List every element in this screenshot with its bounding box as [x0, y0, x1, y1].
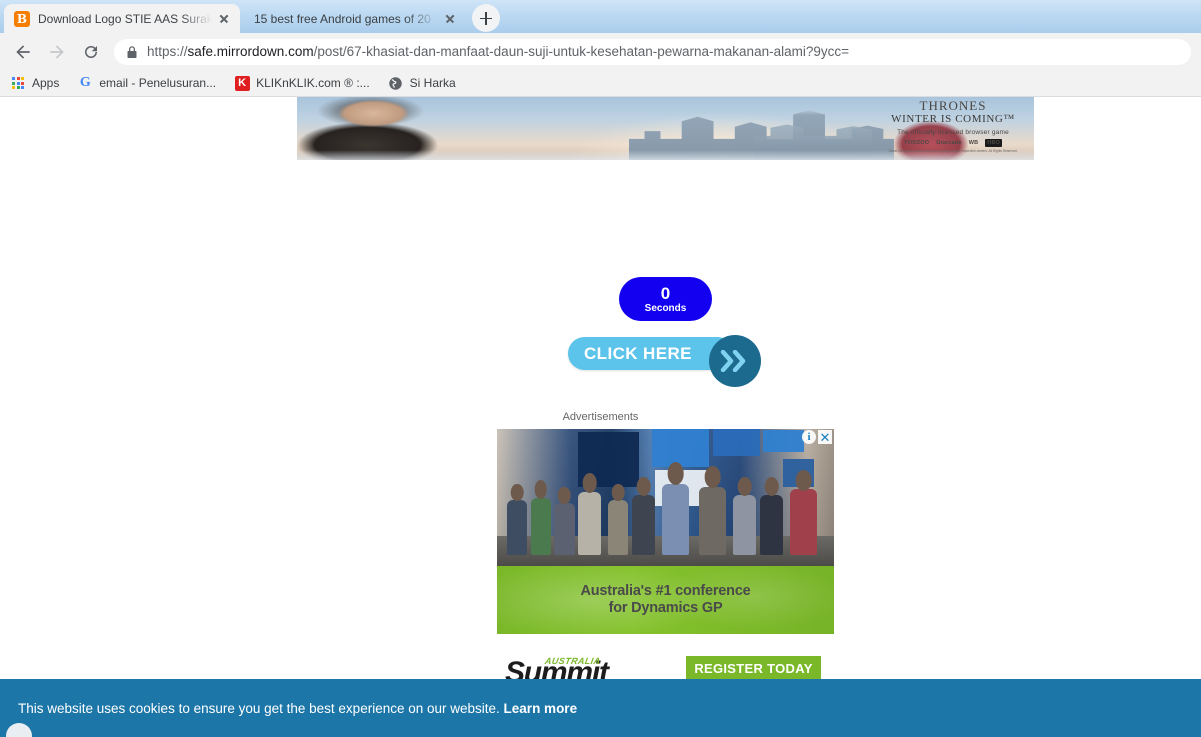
ad-person: [554, 503, 575, 556]
blogger-icon: B: [14, 10, 30, 27]
url-path: /post/67-khasiat-dan-manfaat-daun-suji-u…: [313, 44, 849, 59]
tab-strip: B Download Logo STIE AAS Surakar 15 best…: [0, 0, 1201, 33]
ad-person: [699, 486, 727, 556]
lock-icon: [126, 45, 138, 59]
ad-close-icon[interactable]: ✕: [818, 430, 832, 444]
ad-headline-band: Australia's #1 conference for Dynamics G…: [497, 566, 834, 634]
banner-legal: Game content and trademarks are property…: [888, 148, 1018, 153]
bookmarks-bar: Apps G email - Penelusuran... K KLIKnKLI…: [0, 70, 1201, 97]
google-g-icon: G: [79, 75, 91, 90]
bookmark-kliknklik[interactable]: K KLIKnKLIK.com ® :...: [234, 75, 370, 91]
scroll-to-top-button[interactable]: [6, 723, 32, 737]
ad-person: [530, 497, 551, 556]
url-host: safe.mirrordown.com: [187, 44, 314, 59]
register-today-button[interactable]: REGISTER TODAY: [686, 655, 821, 681]
ad-headline-line1: Australia's #1 conference: [580, 582, 751, 599]
close-icon[interactable]: [216, 11, 232, 27]
bookmark-label: Apps: [32, 76, 60, 90]
browser-window: B Download Logo STIE AAS Surakar 15 best…: [0, 0, 1201, 737]
tab-title: 15 best free Android games of 20: [254, 11, 431, 26]
apps-grid-icon: [10, 75, 26, 91]
logo-wb: WB: [968, 139, 979, 146]
bookmark-label: KLIKnKLIK.com ® :...: [256, 76, 370, 90]
summit-logo-australia: AUSTRALIA: [544, 656, 602, 666]
ad-person: [732, 494, 757, 556]
got-banner-ad[interactable]: THRONES WINTER IS COMING™ The officially…: [297, 97, 1034, 160]
double-chevron-right-icon[interactable]: [709, 335, 761, 387]
ad-headline-line2: for Dynamics GP: [608, 600, 723, 616]
ad-person: [662, 483, 690, 556]
close-icon[interactable]: [442, 11, 458, 27]
forward-arrow-icon: [44, 39, 70, 65]
countdown-value: 0: [660, 283, 671, 303]
cookie-consent-banner: This website uses cookies to ensure you …: [0, 679, 1201, 737]
banner-logos: YOOZOO Gtarcade WB HBO: [878, 138, 1028, 147]
cookie-learn-more-link[interactable]: Learn more: [504, 701, 578, 716]
click-here-label: CLICK HERE: [584, 343, 692, 363]
bookmark-apps[interactable]: Apps: [10, 75, 59, 91]
countdown-timer: 0 Seconds: [619, 277, 712, 321]
bookmark-si-harka[interactable]: Si Harka: [388, 75, 456, 91]
banner-subtitle: The officially licensed browser game: [897, 128, 1009, 136]
adchoices-info-icon[interactable]: i: [802, 430, 816, 444]
new-tab-button[interactable]: [472, 4, 500, 32]
logo-yoozoo: YOOZOO: [903, 139, 930, 146]
browser-toolbar: https://safe.mirrordown.com/post/67-khas…: [0, 33, 1201, 70]
display-ad-unit[interactable]: i ✕ Australia's #1 conference for Dynami…: [497, 429, 834, 634]
kliknklik-k-icon: K: [234, 75, 250, 91]
tab-0[interactable]: B Download Logo STIE AAS Surakar: [4, 4, 240, 33]
tab-title: Download Logo STIE AAS Surakar: [38, 11, 212, 26]
ad-person: [631, 494, 656, 556]
banner-text-block: THRONES WINTER IS COMING™ The officially…: [878, 99, 1028, 154]
cookie-message: This website uses cookies to ensure you …: [18, 700, 500, 716]
advertisements-label: Advertisements: [562, 411, 639, 423]
ad-person: [790, 489, 818, 556]
tab-1[interactable]: 15 best free Android games of 20: [244, 4, 466, 33]
logo-hbo: HBO: [985, 138, 1003, 147]
ad-person: [577, 492, 602, 556]
cookie-text: This website uses cookies to ensure you …: [18, 701, 577, 716]
bookmark-label: Si Harka: [409, 76, 456, 90]
ad-person: [507, 500, 528, 556]
ad-person: [759, 494, 784, 556]
back-arrow-icon[interactable]: [10, 39, 36, 65]
bookmark-email[interactable]: G email - Penelusuran...: [77, 75, 216, 91]
address-bar[interactable]: https://safe.mirrordown.com/post/67-khas…: [114, 38, 1191, 65]
adchoices-controls[interactable]: i ✕: [802, 430, 832, 444]
countdown-unit: Seconds: [644, 302, 687, 314]
ad-booth: [712, 429, 760, 457]
ad-photo: i ✕: [497, 429, 834, 566]
url-scheme: https://: [147, 44, 188, 59]
ad-headline: Australia's #1 conference for Dynamics G…: [580, 583, 750, 617]
bookmark-label: email - Penelusuran...: [99, 76, 217, 90]
banner-tagline: WINTER IS COMING™: [891, 113, 1015, 125]
reload-icon[interactable]: [78, 39, 104, 65]
page-content: THRONES WINTER IS COMING™ The officially…: [0, 97, 1201, 737]
globe-icon: [388, 75, 404, 91]
banner-title: THRONES: [919, 98, 987, 113]
logo-gtarcade: Gtarcade: [936, 139, 962, 146]
ad-booth: [763, 430, 804, 453]
ad-booth: [652, 429, 710, 468]
url-text: https://safe.mirrordown.com/post/67-khas…: [147, 44, 849, 59]
ad-person: [608, 500, 629, 556]
